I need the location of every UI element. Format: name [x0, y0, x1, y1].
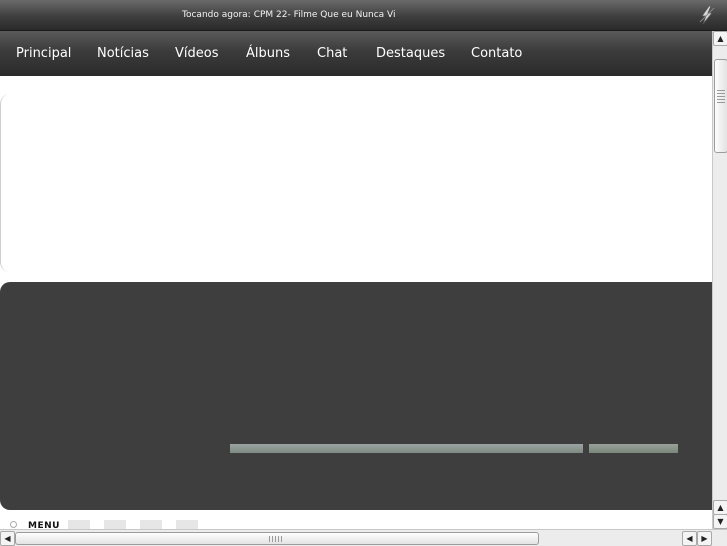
- nav-item-albuns[interactable]: Álbuns: [246, 46, 290, 61]
- arrow-left-icon[interactable]: ◀: [682, 531, 697, 546]
- arrow-up-icon[interactable]: ▲: [713, 31, 727, 46]
- grip-line: [717, 96, 725, 97]
- now-playing-text: Tocando agora: CPM 22- Filme Que eu Nunca…: [182, 10, 396, 20]
- page-content: MENU: [0, 76, 712, 529]
- banner-area: [0, 94, 712, 272]
- horizontal-scrollbar[interactable]: ◀ ◀ ▶: [0, 529, 727, 546]
- grip-line: [272, 536, 273, 542]
- arrow-left-icon[interactable]: ◀: [0, 531, 15, 546]
- grip-line: [281, 536, 282, 542]
- menu-thumb[interactable]: [68, 520, 90, 529]
- menu-thumb[interactable]: [140, 520, 162, 529]
- nav-item-contato[interactable]: Contato: [471, 46, 522, 61]
- lightning-logo-icon[interactable]: [697, 5, 717, 25]
- nav-item-noticias[interactable]: Notícias: [97, 46, 149, 61]
- menu-bullet-icon: [10, 521, 17, 528]
- nav-item-chat[interactable]: Chat: [317, 46, 347, 61]
- vertical-scroll-thumb[interactable]: [714, 59, 727, 153]
- vertical-scrollbar[interactable]: ▲ ▲ ▼: [712, 31, 727, 529]
- grip-line: [269, 536, 270, 542]
- grip-line: [717, 90, 725, 91]
- arrow-down-icon[interactable]: ▼: [713, 514, 727, 529]
- grip-line: [717, 99, 725, 100]
- nav-item-principal[interactable]: Principal: [16, 46, 71, 61]
- horizontal-scroll-thumb[interactable]: [15, 532, 539, 545]
- now-playing-track[interactable]: CPM 22- Filme Que eu Nunca Vi: [254, 10, 396, 20]
- arrow-right-icon[interactable]: ▶: [697, 531, 712, 546]
- nav-item-videos[interactable]: Vídeos: [175, 46, 218, 61]
- now-playing-bar: Tocando agora: CPM 22- Filme Que eu Nunca…: [0, 0, 727, 31]
- grip-line: [717, 102, 725, 103]
- main-navigation: Principal Notícias Vídeos Álbuns Chat De…: [0, 31, 712, 76]
- nav-item-destaques[interactable]: Destaques: [376, 46, 445, 61]
- gallery-photo[interactable]: [589, 444, 678, 453]
- grip-line: [717, 93, 725, 94]
- now-playing-label: Tocando agora:: [182, 10, 251, 20]
- menu-strip: MENU: [0, 517, 712, 529]
- gallery-photo[interactable]: [230, 444, 583, 453]
- menu-thumb[interactable]: [176, 520, 198, 529]
- featured-panel: [0, 282, 712, 510]
- menu-label[interactable]: MENU: [28, 521, 60, 529]
- menu-thumb[interactable]: [104, 520, 126, 529]
- grip-line: [275, 536, 276, 542]
- arrow-up-icon[interactable]: ▲: [713, 500, 727, 515]
- grip-line: [278, 536, 279, 542]
